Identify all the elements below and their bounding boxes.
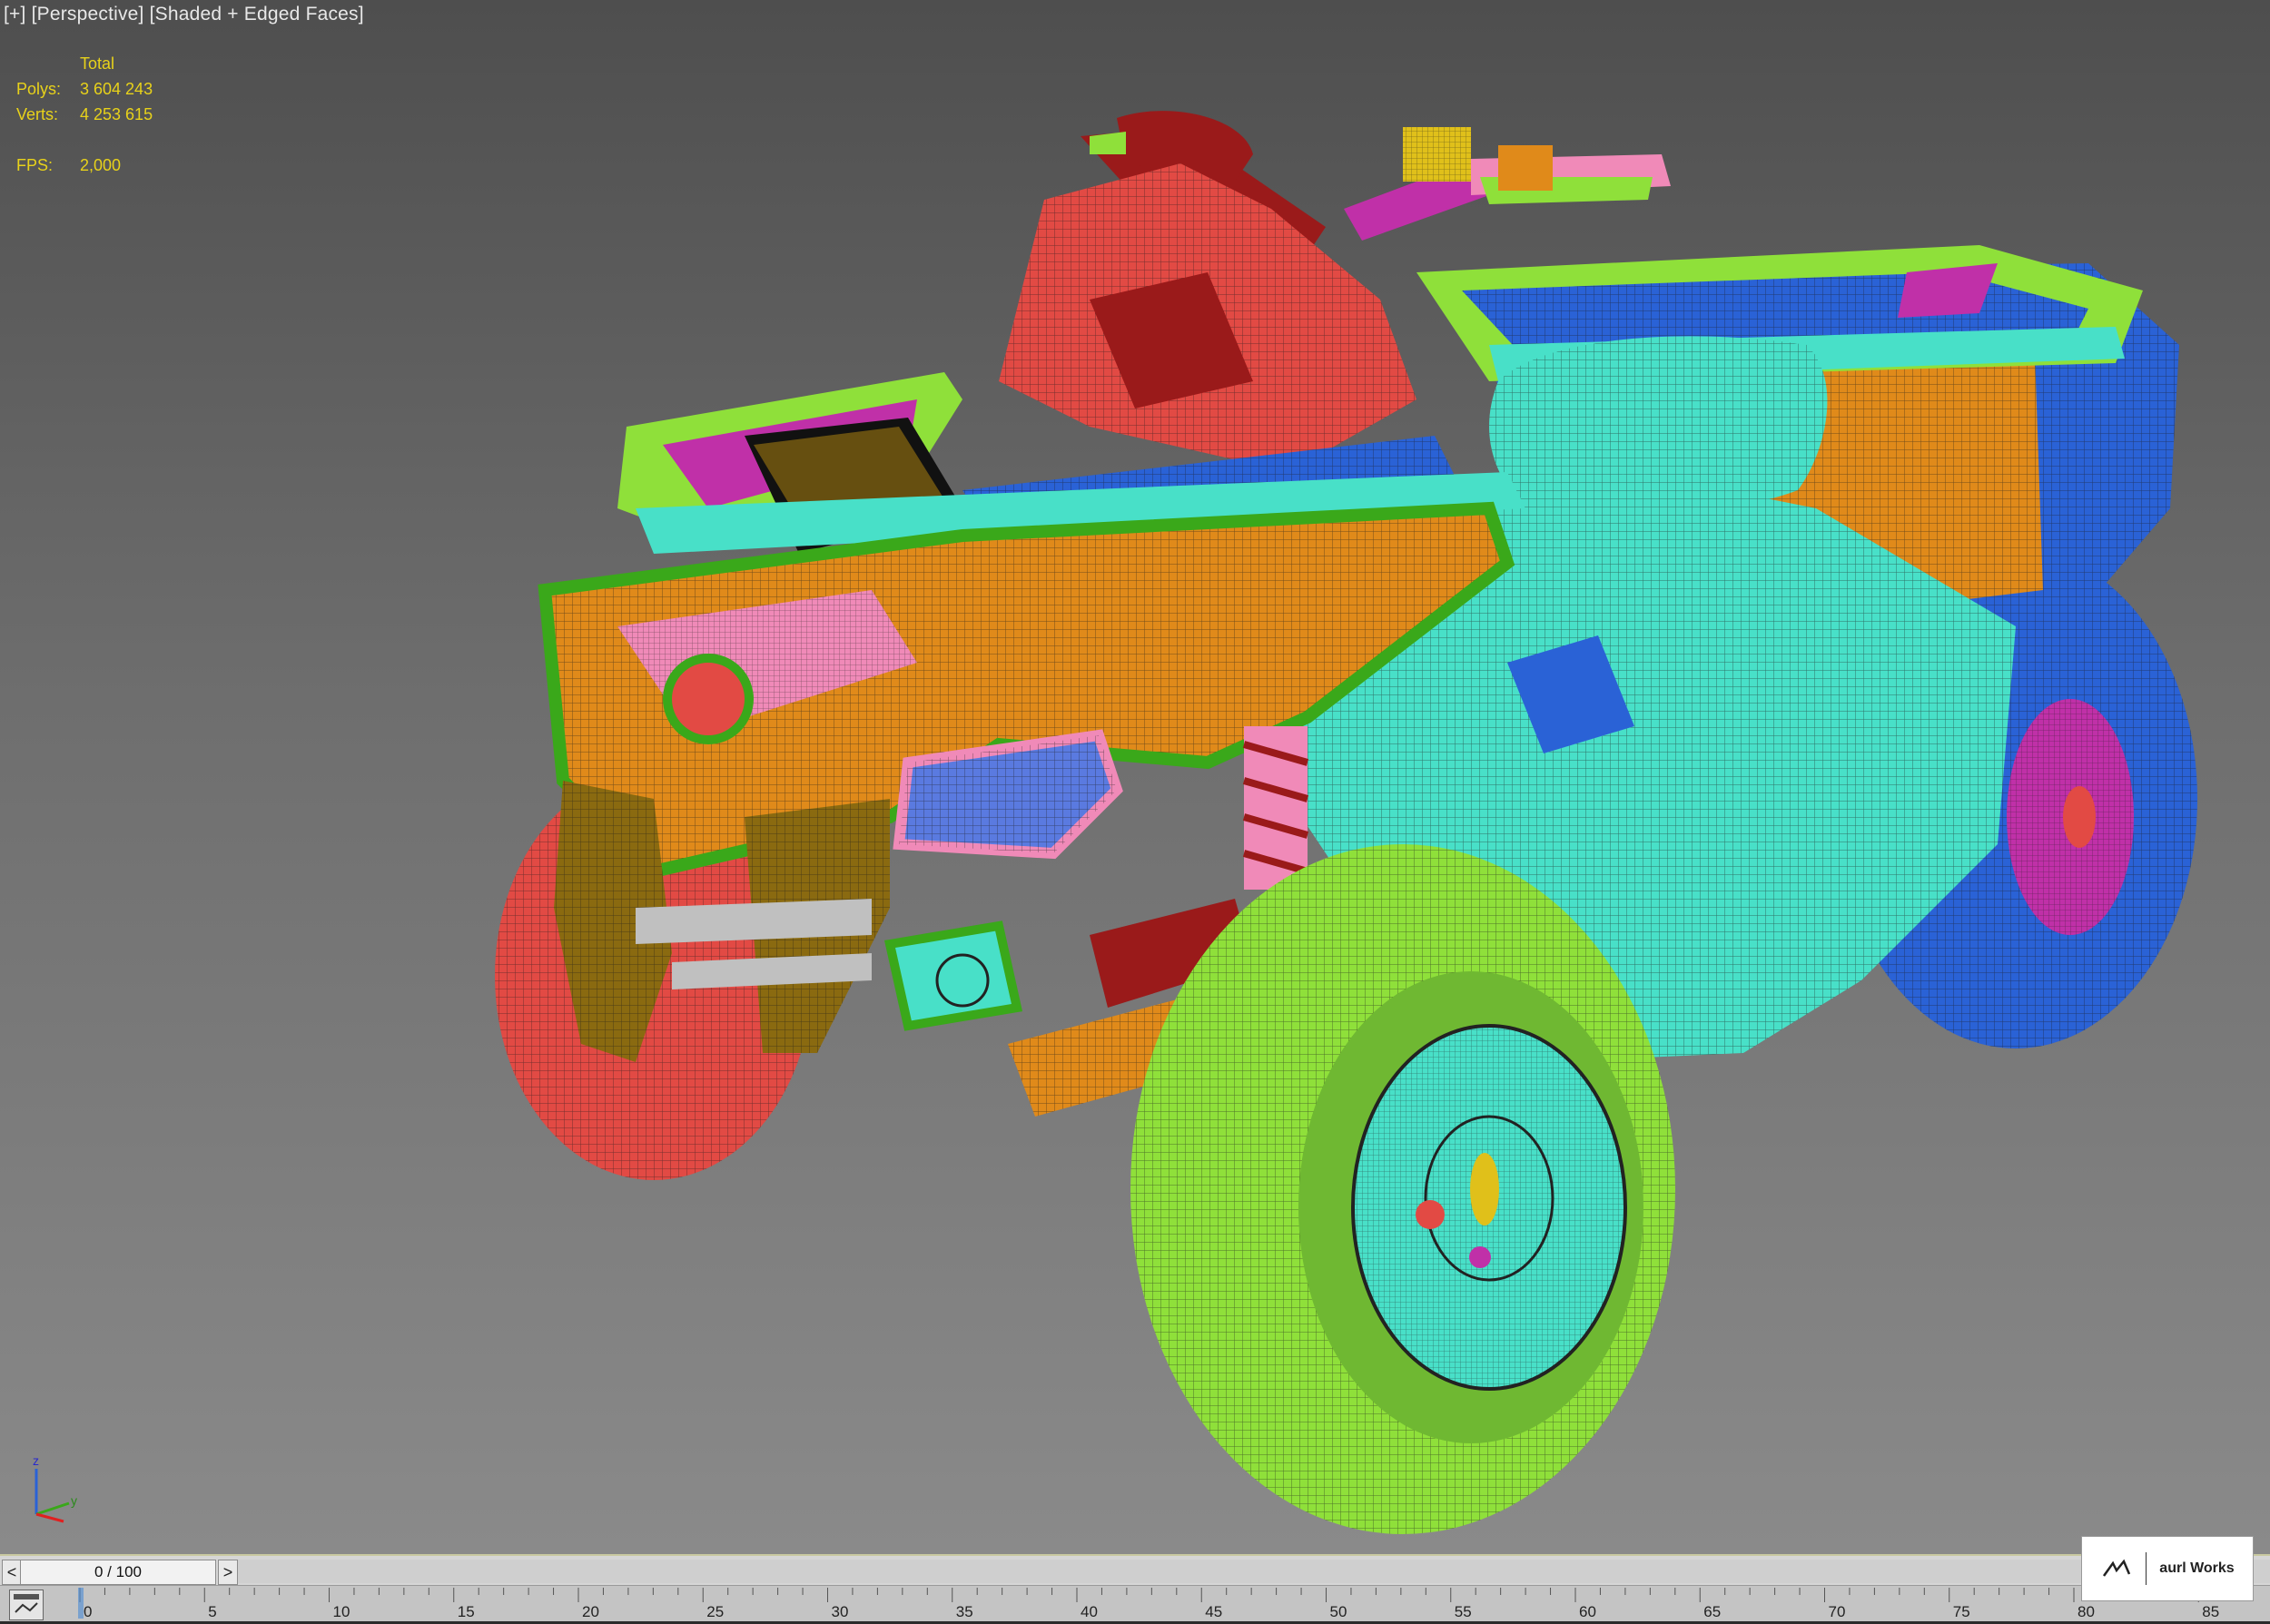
fps-label: FPS: (16, 156, 54, 174)
verts-value: 4 253 615 (80, 105, 153, 123)
time-slider-track[interactable] (238, 1560, 2270, 1583)
ruler-tick-label: 35 (956, 1603, 973, 1620)
polys-label: Polys: (16, 80, 62, 98)
ruler-tick-label: 15 (458, 1603, 475, 1620)
watermark-logo: aurl Works (2081, 1536, 2254, 1601)
statistics-overlay: Total Polys: 3 604 243 Verts: 4 253 615 … (16, 51, 153, 178)
current-frame-marker[interactable] (78, 1588, 84, 1619)
ruler-tick-label: 30 (832, 1603, 849, 1620)
watermark-text: aurl Works (2159, 1560, 2235, 1576)
ruler-tick-label: 75 (1953, 1603, 1970, 1620)
time-slider-handle[interactable]: 0 / 100 (20, 1560, 216, 1585)
ruler-tick-label: 65 (1703, 1603, 1721, 1620)
previous-frame-button[interactable]: < (2, 1560, 22, 1585)
front-right-wheel (1130, 844, 1675, 1534)
atv-model-render (495, 111, 2197, 1534)
viewport-camera-button[interactable]: [Perspective] (32, 4, 144, 25)
stats-header: Total (80, 54, 115, 73)
ruler-tick-label: 40 (1081, 1603, 1098, 1620)
ruler-tick-label: 80 (2078, 1603, 2095, 1620)
ruler-tick-label: 0 (84, 1603, 92, 1620)
time-slider-bar[interactable]: < 0 / 100 > (0, 1554, 2270, 1587)
ruler-tick-label: 85 (2202, 1603, 2219, 1620)
viewport-shading-button[interactable]: [Shaded + Edged Faces] (150, 4, 364, 25)
axis-gizmo-icon: z y (33, 1453, 77, 1523)
ruler-tick-label: 10 (333, 1603, 350, 1620)
ruler-tick-label: 60 (1579, 1603, 1596, 1620)
next-frame-button[interactable]: > (218, 1560, 238, 1585)
ruler-tick-label: 70 (1829, 1603, 1846, 1620)
perspective-viewport[interactable]: [+] [Perspective] [Shaded + Edged Faces]… (0, 0, 2270, 1554)
polys-value: 3 604 243 (80, 80, 153, 98)
fog-light (883, 920, 1023, 1031)
ruler-tick-label: 5 (208, 1603, 216, 1620)
viewport-menu-button[interactable]: [+] (4, 4, 26, 25)
ruler-tick-label: 25 (706, 1603, 724, 1620)
track-bar-ruler[interactable]: 0 5 10 15 20 25 30 35 40 45 50 55 60 65 70 75 80 85 (0, 1585, 2270, 1621)
ruler-tick-label: 20 (582, 1603, 599, 1620)
axis-z-label: z (33, 1453, 39, 1468)
fps-value: 2,000 (80, 156, 122, 174)
ruler-tick-label: 45 (1205, 1603, 1222, 1620)
axis-y-label: y (71, 1493, 77, 1508)
viewport-label[interactable]: [+] [Perspective] [Shaded + Edged Faces] (4, 4, 364, 25)
ruler-tick-label: 50 (1330, 1603, 1347, 1620)
curve-editor-icon[interactable] (9, 1590, 44, 1620)
watermark-mark-icon (2103, 1559, 2131, 1577)
ruler-tick-label: 55 (1455, 1603, 1472, 1620)
verts-label: Verts: (16, 105, 59, 123)
ruler-ticks: 0 5 10 15 20 25 30 35 40 45 50 55 60 65 70 75 80 85 (78, 1588, 2249, 1620)
